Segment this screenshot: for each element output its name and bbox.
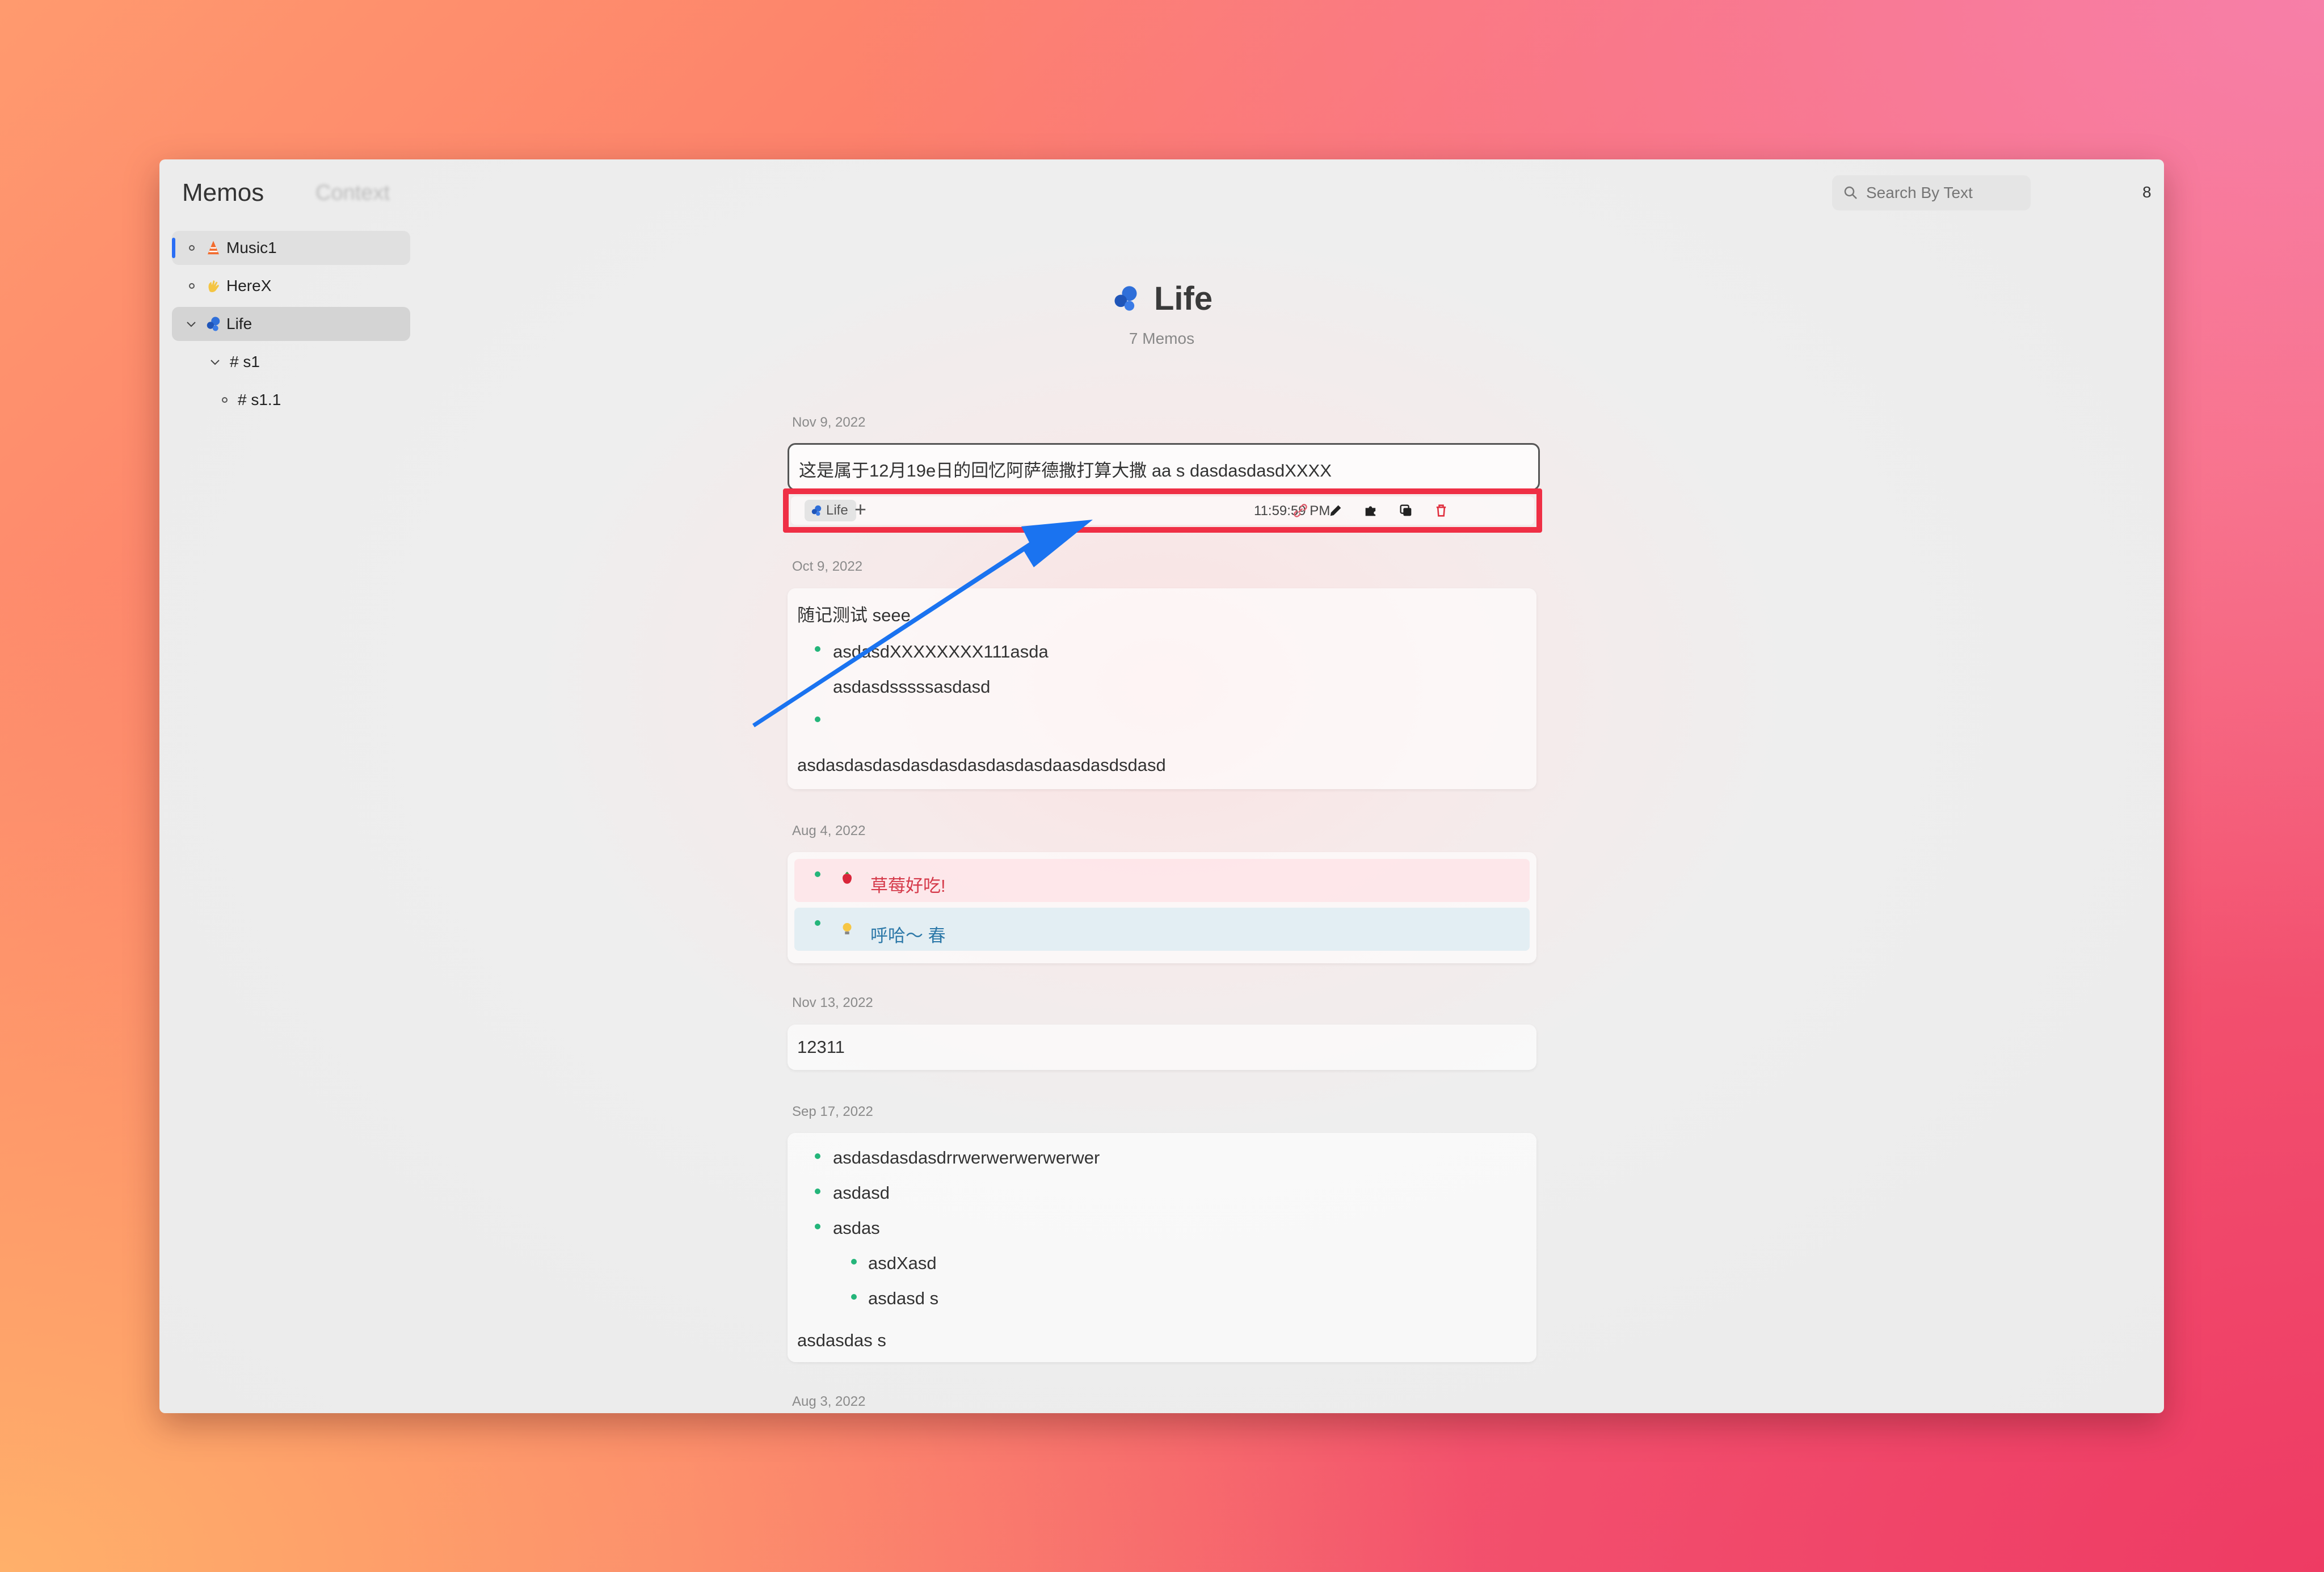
annotation-arrow (752, 520, 1093, 727)
